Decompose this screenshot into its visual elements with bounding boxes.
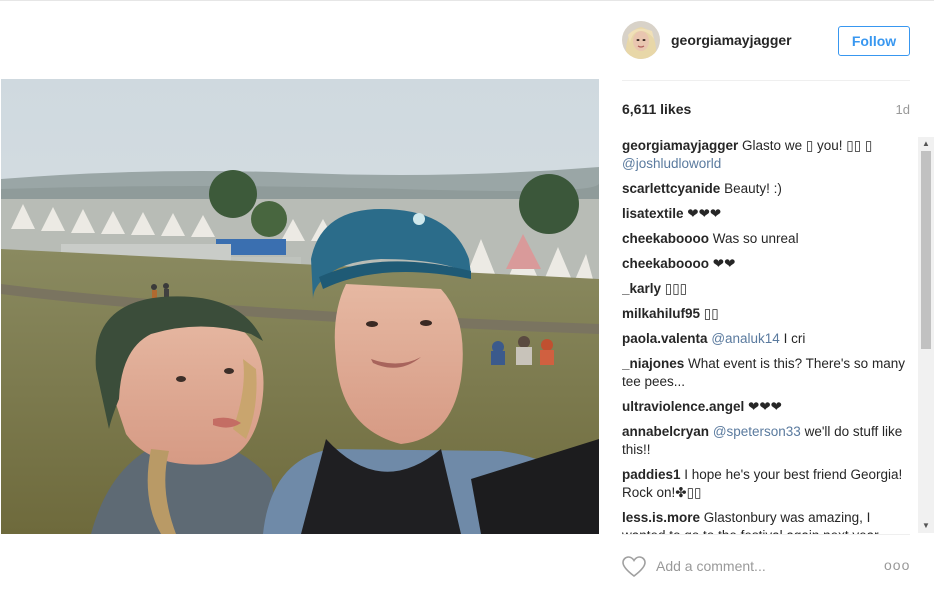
comment-item: cheekaboooo Was so unreal xyxy=(622,230,910,248)
comment-username[interactable]: cheekaboooo xyxy=(622,231,709,246)
comment-item: _karly ▯▯▯ xyxy=(622,280,910,298)
comment-item: ultraviolence.angel ❤❤❤ xyxy=(622,398,910,416)
more-options-icon[interactable]: ooo xyxy=(884,557,910,573)
comment-item: less.is.more Glastonbury was amazing, I … xyxy=(622,509,910,534)
heart-outline-icon[interactable] xyxy=(622,556,646,578)
post-photo[interactable] xyxy=(1,79,599,534)
festival-selfie-image xyxy=(1,79,599,534)
comment-text: ▯▯▯ xyxy=(661,281,688,296)
scroll-down-arrow-icon[interactable]: ▼ xyxy=(918,519,934,533)
comments-list: georgiamayjagger Glasto we ▯ you! ▯▯ ▯ @… xyxy=(622,137,910,534)
comment-username[interactable]: less.is.more xyxy=(622,510,700,525)
comment-text: Was so unreal xyxy=(709,231,799,246)
comment-username[interactable]: ultraviolence.angel xyxy=(622,399,744,414)
comment-item: _niajones What event is this? There's so… xyxy=(622,355,910,391)
comment-text: ❤❤❤ xyxy=(744,399,782,414)
username-link[interactable]: georgiamayjagger xyxy=(671,32,792,48)
follow-button[interactable]: Follow xyxy=(838,26,910,56)
comment-item: annabelcryan @speterson33 we'll do stuff… xyxy=(622,423,910,459)
likes-count[interactable]: 6,611 likes xyxy=(622,101,691,117)
comments-scrollbar[interactable]: ▲ ▼ xyxy=(918,137,934,533)
comment-mention[interactable]: @joshludloworld xyxy=(622,156,721,171)
instagram-post: georgiamayjagger Follow 6,611 likes 1d g… xyxy=(0,0,934,599)
scrollbar-thumb[interactable] xyxy=(921,151,931,349)
comment-username[interactable]: annabelcryan xyxy=(622,424,709,439)
comment-text: Beauty! :) xyxy=(720,181,782,196)
comment-item: lisatextile ❤❤❤ xyxy=(622,205,910,223)
comment-text-after: I cri xyxy=(779,331,806,346)
comment-item: milkahiluf95 ▯▯ xyxy=(622,305,910,323)
avatar[interactable] xyxy=(622,21,660,59)
scroll-up-arrow-icon[interactable]: ▲ xyxy=(918,137,934,151)
comment-username[interactable]: milkahiluf95 xyxy=(622,306,700,321)
add-comment-input[interactable] xyxy=(656,556,876,576)
comment-item: scarlettcyanide Beauty! :) xyxy=(622,180,910,198)
comment-username[interactable]: cheekaboooo xyxy=(622,256,709,271)
comment-item: cheekaboooo ❤❤ xyxy=(622,255,910,273)
comment-username[interactable]: lisatextile xyxy=(622,206,684,221)
comment-text: Glasto we ▯ you! ▯▯ ▯ xyxy=(738,138,873,153)
post-sidebar: georgiamayjagger Follow 6,611 likes 1d g… xyxy=(600,0,934,599)
comment-username[interactable]: _niajones xyxy=(622,356,684,371)
comment-mention[interactable]: @analuk14 xyxy=(711,331,780,346)
comment-item: paddies1 I hope he's your best friend Ge… xyxy=(622,466,910,502)
comment-username[interactable]: georgiamayjagger xyxy=(622,138,738,153)
comment-text: ❤❤❤ xyxy=(683,206,722,221)
comment-text: ❤❤ xyxy=(709,256,736,271)
footer-divider xyxy=(622,534,910,535)
comment-text: ▯▯ xyxy=(700,306,719,321)
post-age[interactable]: 1d xyxy=(896,102,910,117)
comment-item: georgiamayjagger Glasto we ▯ you! ▯▯ ▯ @… xyxy=(622,137,910,173)
avatar-image xyxy=(622,21,660,59)
comment-username[interactable]: scarlettcyanide xyxy=(622,181,720,196)
comment-item: paola.valenta @analuk14 I cri xyxy=(622,330,910,348)
post-header: georgiamayjagger Follow xyxy=(600,0,934,80)
comment-username[interactable]: _karly xyxy=(622,281,661,296)
comment-mention[interactable]: @speterson33 xyxy=(713,424,801,439)
comment-username[interactable]: paola.valenta xyxy=(622,331,708,346)
header-divider xyxy=(622,80,910,81)
comment-username[interactable]: paddies1 xyxy=(622,467,681,482)
